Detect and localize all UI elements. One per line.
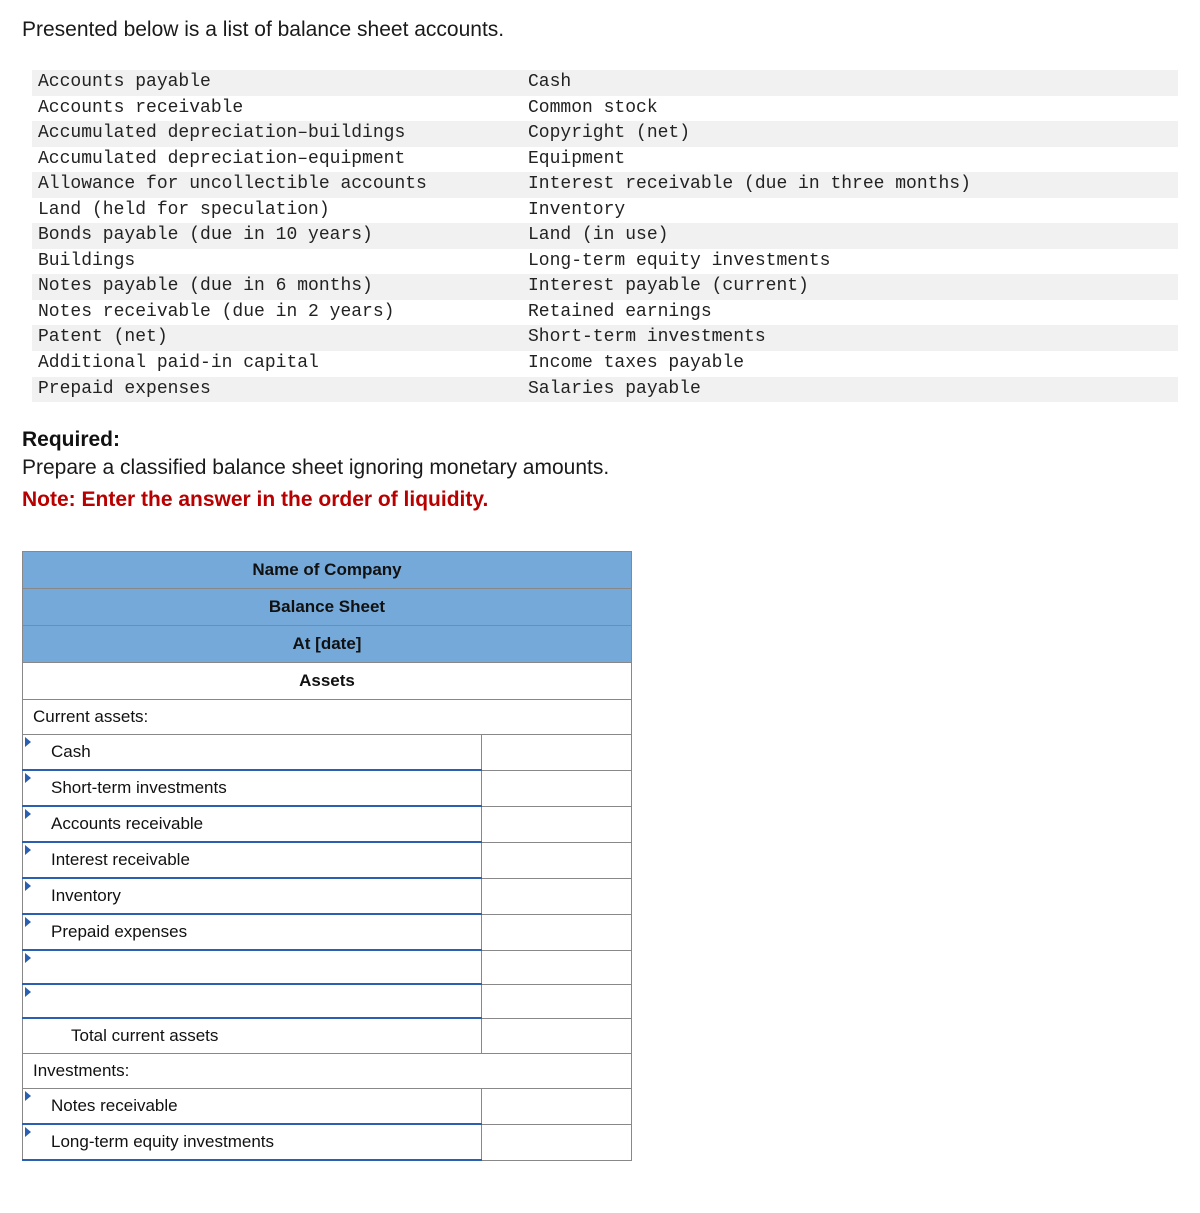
account-item: Interest receivable (due in three months… [522, 172, 1178, 198]
answer-input-cell[interactable]: Prepaid expenses [23, 914, 482, 950]
value-cell [482, 1089, 632, 1125]
value-cell [482, 878, 632, 914]
value-cell [482, 770, 632, 806]
answer-input-cell[interactable]: Short-term investments [23, 770, 482, 806]
required-section: Required: Prepare a classified balance s… [22, 428, 1178, 515]
answer-input-cell[interactable] [23, 950, 482, 984]
account-item: Equipment [522, 147, 1178, 173]
balance-sheet-table: Name of Company Balance Sheet At [date] … [22, 551, 632, 1161]
company-header: Name of Company [23, 552, 632, 589]
account-item: Salaries payable [522, 377, 1178, 403]
account-item: Inventory [522, 198, 1178, 224]
value-cell [482, 914, 632, 950]
account-item: Accumulated depreciation–equipment [32, 147, 522, 173]
answer-input-cell[interactable] [23, 984, 482, 1018]
account-item: Accounts receivable [32, 96, 522, 122]
account-item: Patent (net) [32, 325, 522, 351]
accounts-list: Accounts payableAccounts receivableAccum… [22, 70, 1178, 402]
account-item: Interest payable (current) [522, 274, 1178, 300]
answer-input-cell[interactable]: Inventory [23, 878, 482, 914]
title-header: Balance Sheet [23, 589, 632, 626]
account-item: Accounts payable [32, 70, 522, 96]
intro-text: Presented below is a list of balance she… [22, 18, 1178, 42]
assets-section-header: Assets [23, 663, 632, 700]
value-cell [482, 950, 632, 984]
required-text: Prepare a classified balance sheet ignor… [22, 456, 609, 479]
answer-input-cell[interactable]: Long-term equity investments [23, 1124, 482, 1160]
account-item: Land (held for speculation) [32, 198, 522, 224]
value-cell [482, 842, 632, 878]
value-cell [482, 984, 632, 1018]
value-cell [482, 1124, 632, 1160]
required-note: Note: Enter the answer in the order of l… [22, 488, 488, 511]
account-item: Long-term equity investments [522, 249, 1178, 275]
value-cell [482, 735, 632, 771]
account-item: Retained earnings [522, 300, 1178, 326]
account-item: Accumulated depreciation–buildings [32, 121, 522, 147]
account-item: Notes receivable (due in 2 years) [32, 300, 522, 326]
account-item: Prepaid expenses [32, 377, 522, 403]
value-cell [482, 806, 632, 842]
account-item: Common stock [522, 96, 1178, 122]
required-label: Required: [22, 428, 120, 451]
account-item: Income taxes payable [522, 351, 1178, 377]
answer-input-cell[interactable]: Notes receivable [23, 1089, 482, 1125]
account-item: Land (in use) [522, 223, 1178, 249]
total-label: Total current assets [23, 1018, 482, 1054]
answer-input-cell[interactable]: Cash [23, 735, 482, 771]
account-item: Additional paid-in capital [32, 351, 522, 377]
answer-input-cell[interactable]: Interest receivable [23, 842, 482, 878]
account-item: Bonds payable (due in 10 years) [32, 223, 522, 249]
value-cell [482, 1018, 632, 1054]
account-item: Short-term investments [522, 325, 1178, 351]
category-label: Current assets: [23, 700, 632, 735]
category-label: Investments: [23, 1054, 632, 1089]
account-item: Buildings [32, 249, 522, 275]
answer-input-cell[interactable]: Accounts receivable [23, 806, 482, 842]
date-header: At [date] [23, 626, 632, 663]
account-item: Cash [522, 70, 1178, 96]
account-item: Allowance for uncollectible accounts [32, 172, 522, 198]
account-item: Notes payable (due in 6 months) [32, 274, 522, 300]
account-item: Copyright (net) [522, 121, 1178, 147]
